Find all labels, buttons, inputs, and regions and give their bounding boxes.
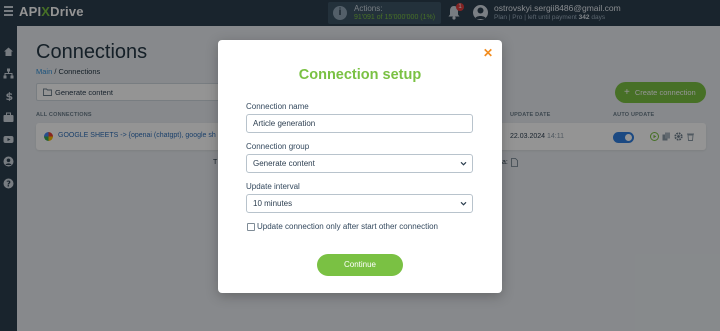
connection-group-value: Generate content	[253, 159, 315, 168]
update-interval-select[interactable]: 10 minutes	[246, 194, 473, 213]
connection-setup-dialog: ✕ Connection setup Connection name Artic…	[218, 40, 502, 293]
continue-button[interactable]: Continue	[317, 254, 403, 276]
chevron-down-icon	[460, 201, 467, 206]
dialog-title: Connection setup	[298, 67, 422, 83]
update-interval-label: Update interval	[246, 182, 300, 191]
connection-name-label: Connection name	[246, 102, 309, 111]
connection-group-label: Connection group	[246, 142, 310, 151]
connection-name-input[interactable]: Article generation	[246, 114, 473, 133]
update-interval-value: 10 minutes	[253, 199, 293, 208]
connection-group-select[interactable]: Generate content	[246, 154, 473, 173]
start-after-other-label[interactable]: Update connection only after start other…	[257, 222, 438, 231]
close-icon[interactable]: ✕	[483, 47, 493, 59]
chevron-down-icon	[460, 161, 467, 166]
start-after-other-checkbox[interactable]	[247, 223, 255, 231]
